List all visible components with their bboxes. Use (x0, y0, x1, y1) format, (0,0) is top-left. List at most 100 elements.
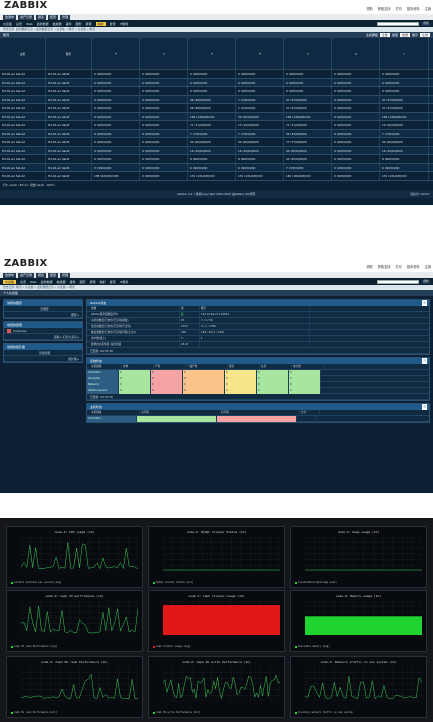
submenu-discovery[interactable]: 发现 (110, 22, 116, 26)
submenu-overview[interactable]: 总览 (16, 22, 22, 26)
submenu-dashboard[interactable]: 仪表板 (3, 279, 17, 284)
host-cell[interactable]: Hd-01-e1 Set-B (46, 155, 92, 163)
submenu-maps[interactable]: 映射 (95, 21, 106, 26)
column-header[interactable]: 1 (92, 38, 140, 69)
menu-configuration[interactable]: 配置 (48, 272, 59, 278)
group-select[interactable]: 全部 (379, 33, 390, 37)
search-input[interactable] (377, 21, 419, 26)
host-cell[interactable]: Hd-01-e1 Set-A2 (0, 129, 46, 137)
submenu-maps[interactable]: 映射 (100, 280, 106, 284)
graph-panel[interactable]: node-X: Ceph Cluster usage (1h) Ceph Clus… (148, 590, 285, 652)
profile-link[interactable]: 基本资料 (407, 264, 420, 269)
graph-panel[interactable]: node-X: MySQL Cluster Status (1h) MySQL C… (148, 526, 285, 588)
host-cell[interactable]: Hd-01-e1 Set-B (46, 95, 92, 103)
host-cell[interactable]: Hd-01-e1 Set-B (46, 172, 92, 180)
host-cell[interactable]: Hd-01-e1 Set-A2 (0, 138, 46, 146)
host-cell[interactable]: Hd-01-e1 Set-B (46, 163, 92, 171)
host-cell[interactable]: Hd-01-e1 Set-B (46, 138, 92, 146)
menu-monitoring[interactable]: 监测中 (3, 272, 17, 278)
column-header[interactable]: 主机 (0, 38, 46, 69)
host-cell[interactable]: Hd-01-e1 Set-B (46, 104, 92, 112)
column-header[interactable]: 7 (380, 38, 429, 69)
search-input[interactable] (377, 279, 419, 284)
panel-menu-icon[interactable]: ☰ (422, 300, 427, 306)
menu-inventory[interactable]: 资产记录 (18, 14, 35, 20)
host-cell[interactable]: Hd-01-e1 Set-A2 (0, 155, 46, 163)
type-select[interactable]: 数据 (399, 33, 410, 37)
menu-reports[interactable]: 报表 (36, 272, 47, 278)
host-cell[interactable]: Hd-01-e1 Set-B (46, 121, 92, 129)
menu-administration[interactable]: 管理 (60, 272, 71, 278)
host-cell[interactable]: Hd-01-e1 Set-A2 (0, 70, 46, 78)
host-cell[interactable]: Hd-01-e1 Set-B (46, 70, 92, 78)
host-cell[interactable]: Hd-01-e1 Set-A2 (0, 78, 46, 86)
column-header[interactable]: 服务 (46, 38, 92, 69)
profile-link[interactable]: 基本资料 (407, 6, 420, 11)
submenu-latest-data[interactable]: 最新数据 (37, 22, 49, 26)
menu-inventory[interactable]: 资产记录 (18, 272, 35, 278)
submenu-graphs[interactable]: 图形 (80, 280, 86, 284)
graph-panel[interactable]: node-X: Memory usage (1h) Available memor… (290, 590, 427, 652)
host-cell[interactable]: Hd-01-e1 Set-A2 (0, 163, 46, 171)
submenu-screens[interactable]: 屏幕 (86, 22, 92, 26)
host-cell[interactable]: Hd-01-e1 Set-A2 (0, 112, 46, 120)
graph-panel[interactable]: node-X: Ceph IO performance (1h) Ceph IO … (6, 590, 143, 652)
submenu-web[interactable]: Web (26, 22, 33, 26)
menu-configuration[interactable]: 配置 (48, 14, 59, 20)
submenu-dashboard[interactable]: 仪表板 (3, 22, 12, 26)
menu-monitoring[interactable]: 监测中 (3, 14, 17, 20)
display-select[interactable]: 左侧 (419, 33, 430, 37)
submenu-it-services[interactable]: IT服务 (120, 22, 129, 26)
host-cell[interactable]: Hd-01-e1 Set-B (46, 129, 92, 137)
host-cell[interactable]: Hd-01-e1 Set-B (46, 78, 92, 86)
menu-reports[interactable]: 报表 (36, 14, 47, 20)
submenu-graphs[interactable]: 图形 (76, 22, 82, 26)
column-header[interactable]: 3 (188, 38, 236, 69)
panel-menu-icon[interactable]: ☰ (422, 404, 427, 410)
column-header[interactable]: 5 (284, 38, 332, 69)
submenu-screens[interactable]: 屏幕 (90, 280, 96, 284)
help-link[interactable]: 帮助 (366, 6, 372, 11)
graph-panel[interactable]: node-X: Swap usage (1h) ClusterBackingSto… (290, 526, 427, 588)
submenu-overview[interactable]: 总览 (20, 280, 26, 284)
submenu-it-services[interactable]: IT服务 (120, 280, 129, 284)
host-cell[interactable]: Hd-01-e1 Set-B (46, 112, 92, 120)
column-header[interactable]: 2 (140, 38, 188, 69)
host-cell[interactable]: Hd-01-e1 Set-A2 (0, 104, 46, 112)
menu-administration[interactable]: 管理 (60, 14, 71, 20)
search-button[interactable]: 搜索 (421, 21, 431, 26)
host-cell[interactable]: Hd-01-e1 Set-A2 (0, 95, 46, 103)
host-cell[interactable]: Hd-01-e1 Set-A2 (0, 172, 46, 180)
column-header[interactable]: 6 (332, 38, 380, 69)
graphs-menu-link[interactable]: 图形 ▸ (4, 312, 82, 318)
submenu-web[interactable]: Web (30, 280, 37, 284)
submenu-events[interactable]: 事件 (70, 280, 76, 284)
panel-menu-icon[interactable]: ☰ (422, 358, 427, 364)
support-link[interactable]: 获取支持 (378, 264, 391, 269)
host-cell[interactable]: Hd-01-e1 Set-A2 (0, 146, 46, 154)
host-cell[interactable]: Hd-01-e1 Set-A2 (0, 121, 46, 129)
host-cell[interactable]: Hd-01-e1 Set-B (46, 146, 92, 154)
submenu-triggers[interactable]: 触发器 (53, 22, 62, 26)
host-cell[interactable]: Hd-01-e1 Set-B (46, 87, 92, 95)
print-link[interactable]: 打印 (396, 6, 402, 11)
graph-panel[interactable]: node-X: Ceph PG write Performance (1h) Ce… (148, 656, 285, 718)
submenu-triggers[interactable]: 触发器 (57, 280, 66, 284)
host-cell[interactable]: Hd-01-e1 Set-A2 (0, 87, 46, 95)
graph-panel[interactable]: node-X: Network traffic on ens system (1… (290, 656, 427, 718)
print-link[interactable]: 打印 (396, 264, 402, 269)
logout-link[interactable]: 注销 (425, 6, 431, 11)
graph-panel[interactable]: node-X: Ceph PG read Performance (1h) Cep… (6, 656, 143, 718)
screens-menu-link[interactable]: 屏幕 ▸ 幻灯片演示 ▸ (4, 334, 82, 340)
graph-panel[interactable]: node-X: CPU jumps (1h) Context switches p… (6, 526, 143, 588)
host-group-link[interactable]: Controller (87, 416, 137, 422)
support-link[interactable]: 获取支持 (378, 6, 391, 11)
submenu-discovery[interactable]: 发现 (110, 280, 116, 284)
search-button[interactable]: 搜索 (421, 279, 431, 284)
maps-menu-link[interactable]: 拓扑图 ▸ (4, 356, 82, 362)
logout-link[interactable]: 注销 (425, 264, 431, 269)
help-link[interactable]: 帮助 (366, 264, 372, 269)
submenu-latest-data[interactable]: 最新数据 (41, 280, 53, 284)
submenu-events[interactable]: 事件 (66, 22, 72, 26)
column-header[interactable]: 4 (236, 38, 284, 69)
